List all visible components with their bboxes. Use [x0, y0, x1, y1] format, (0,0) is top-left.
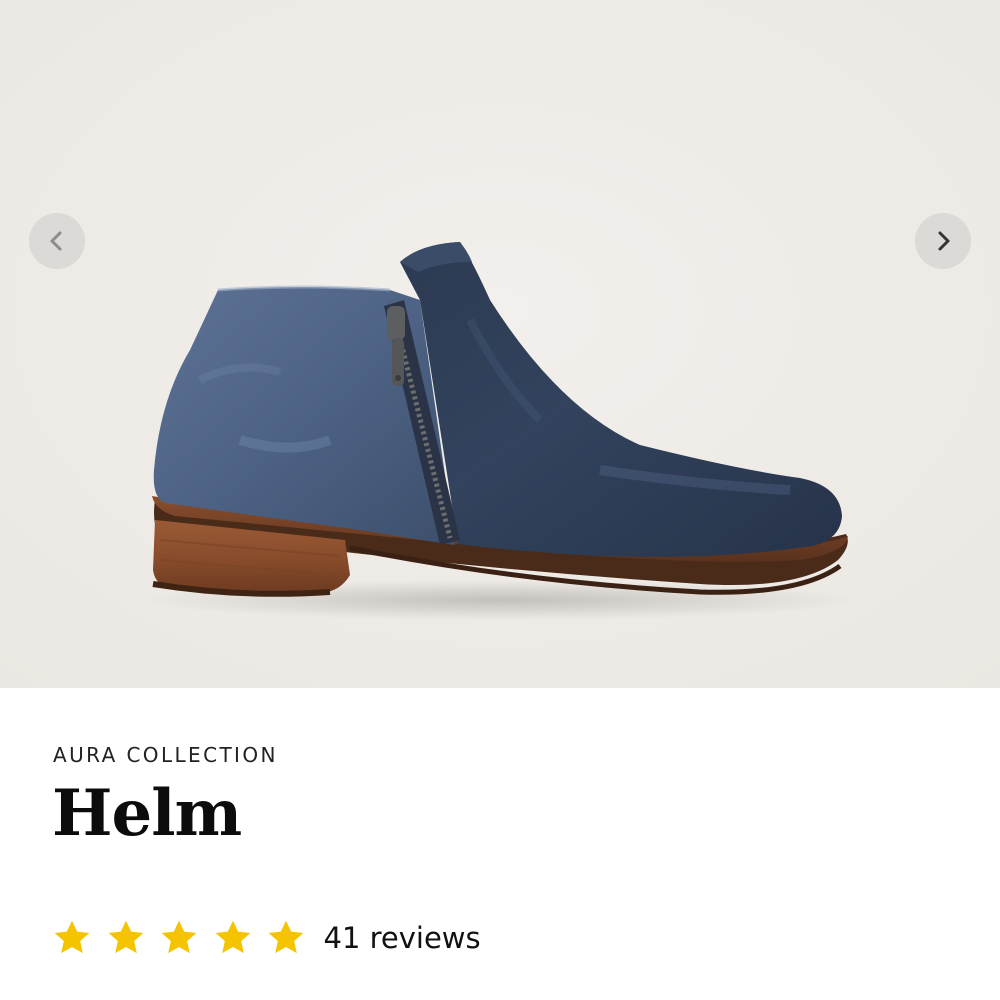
- product-info: AURA COLLECTION Helm 41 reviews: [0, 688, 1000, 1000]
- star-icon: [54, 920, 90, 954]
- star-icon: [108, 920, 143, 954]
- chevron-right-icon: [938, 231, 950, 251]
- chevron-left-icon: [50, 231, 62, 251]
- previous-image-button[interactable]: [29, 213, 85, 269]
- product-page: AURA COLLECTION Helm 41 reviews: [0, 0, 1000, 1000]
- next-image-button[interactable]: [915, 213, 971, 269]
- ankle-boot-image[interactable]: [0, 0, 1000, 688]
- rating-summary[interactable]: 41 reviews: [52, 912, 481, 964]
- product-title: Helm: [52, 776, 242, 851]
- star-icon: [161, 920, 197, 954]
- reviews-link[interactable]: 41 reviews: [324, 918, 481, 958]
- collection-label: AURA COLLECTION: [53, 743, 278, 767]
- star-rating: [52, 918, 320, 958]
- product-image-gallery: [0, 0, 1000, 688]
- star-icon: [268, 920, 304, 954]
- star-icon: [215, 920, 250, 954]
